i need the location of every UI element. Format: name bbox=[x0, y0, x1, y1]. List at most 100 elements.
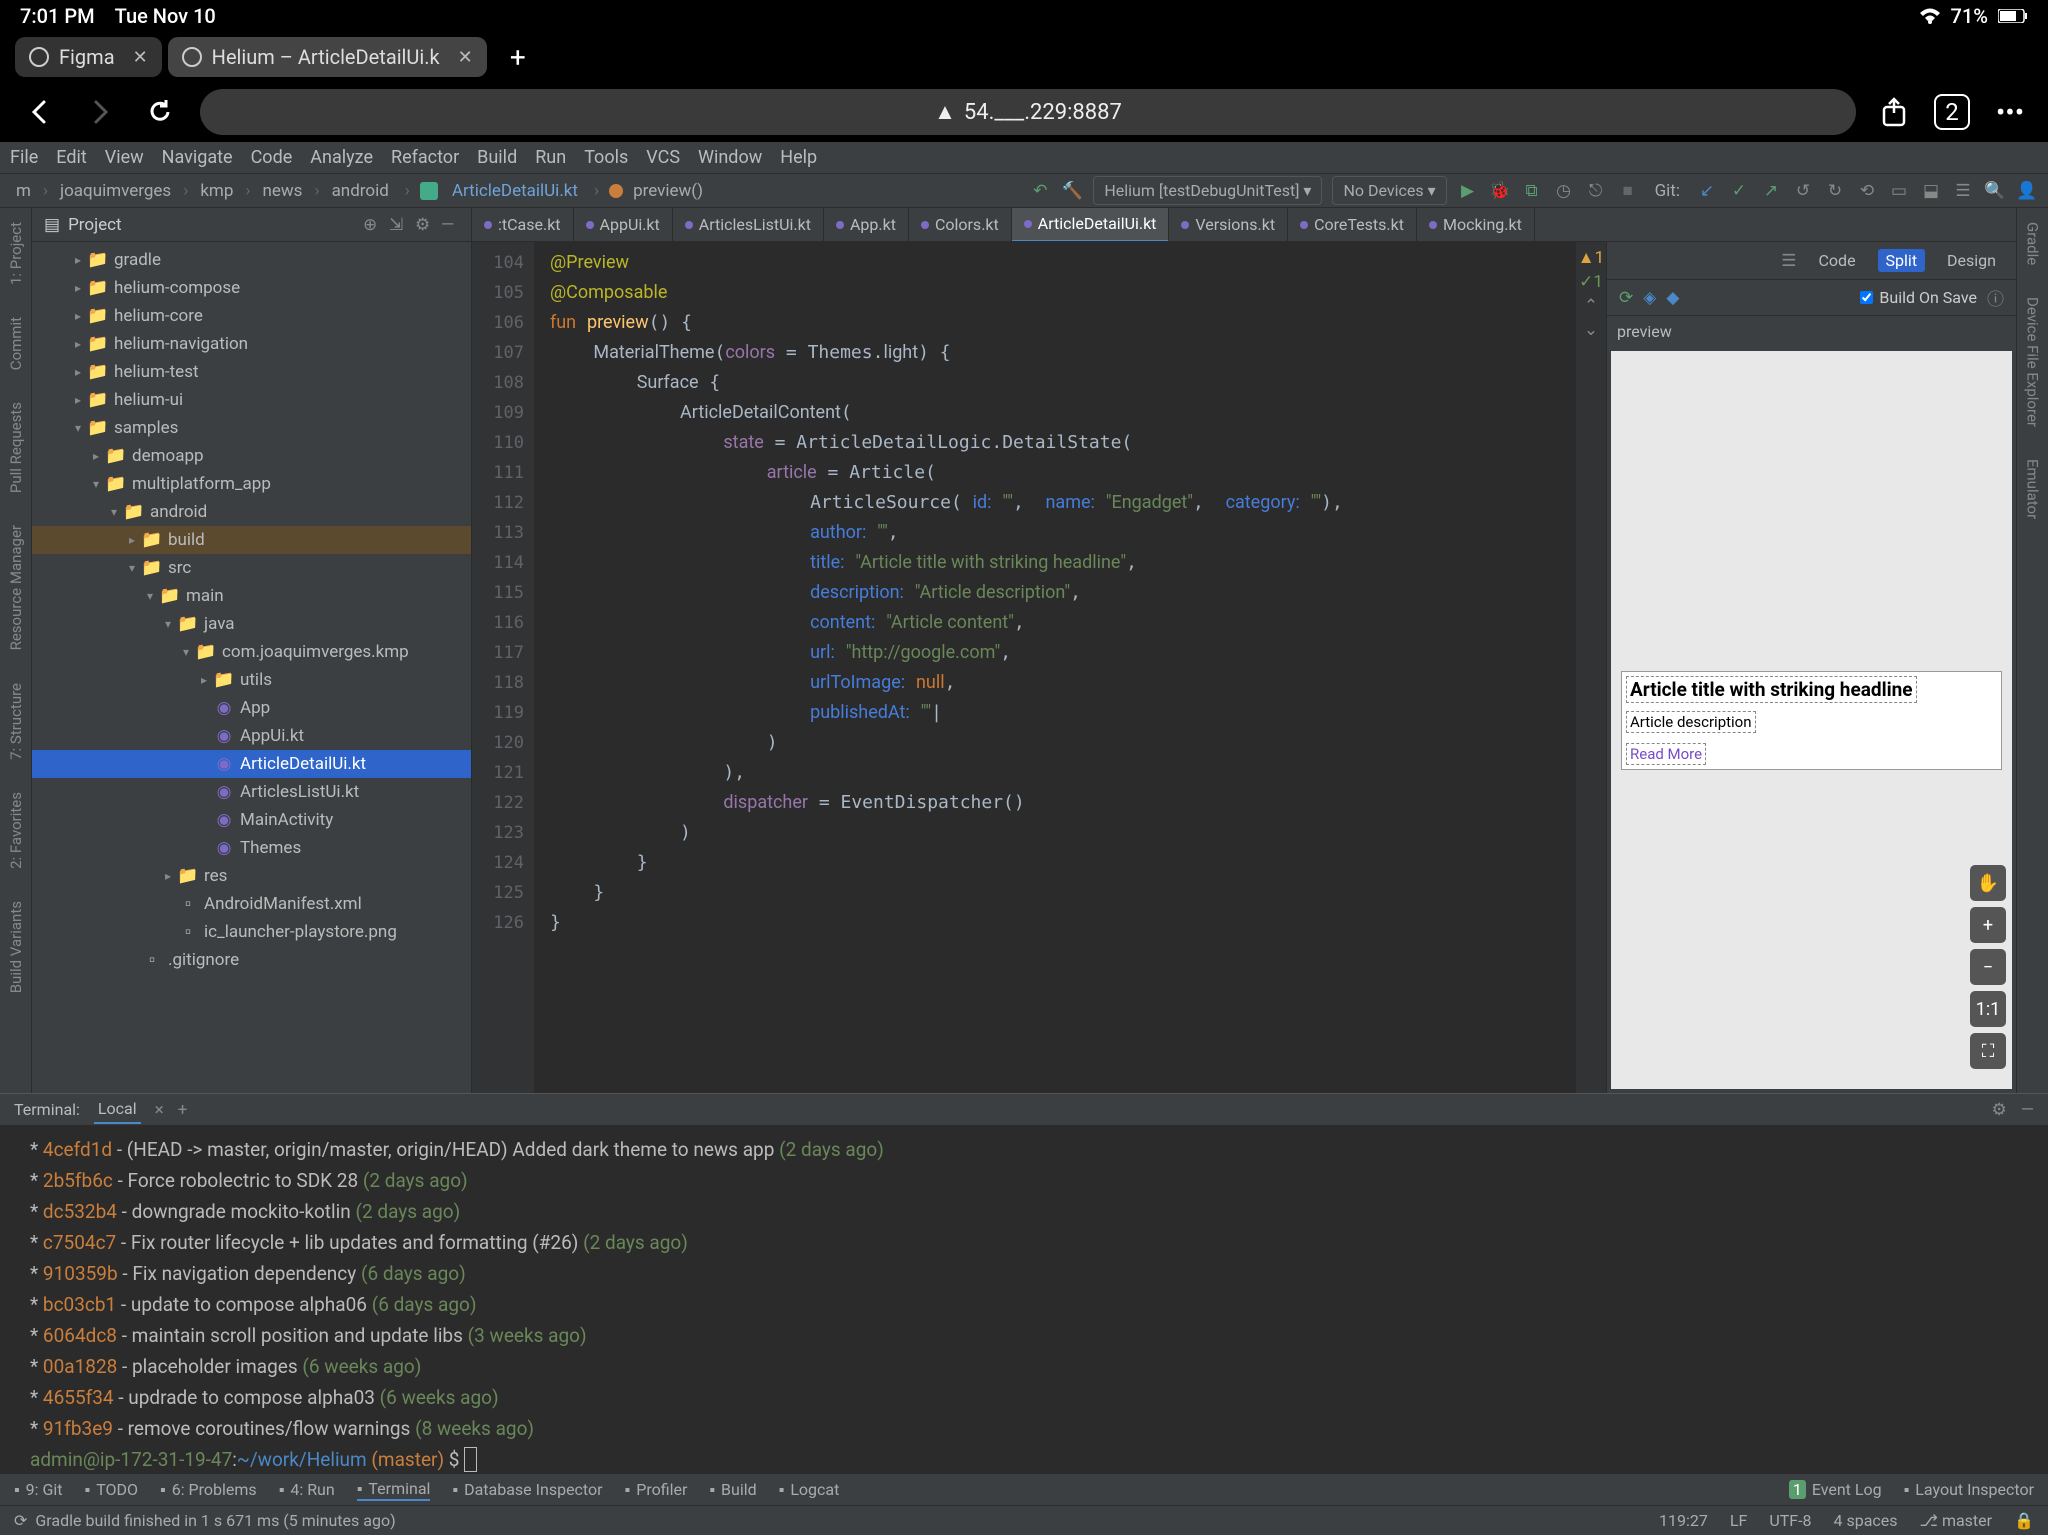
editor-tab[interactable]: Mocking.kt bbox=[1417, 208, 1535, 242]
editor-tab[interactable]: Versions.kt bbox=[1169, 208, 1288, 242]
git-commit-icon[interactable]: ✓ bbox=[1728, 180, 1750, 202]
tree-item[interactable]: ▸📁helium-ui bbox=[32, 386, 471, 414]
lock-icon[interactable]: 🔒 bbox=[2014, 1511, 2034, 1530]
tree-item[interactable]: ▸📁gradle bbox=[32, 246, 471, 274]
avd-icon[interactable]: ▭ bbox=[1888, 180, 1910, 202]
editor-tab[interactable]: App.kt bbox=[824, 208, 909, 242]
gear-icon[interactable]: ⚙ bbox=[1991, 1100, 2006, 1120]
attach-icon[interactable]: ⎋ bbox=[1585, 180, 1607, 202]
tree-item[interactable]: ▫AndroidManifest.xml bbox=[32, 890, 471, 918]
sync-icon[interactable]: ⟳ bbox=[14, 1511, 27, 1530]
crumb[interactable]: m bbox=[10, 179, 37, 203]
terminal-output[interactable]: * 4cefd1d - (HEAD -> master, origin/mast… bbox=[0, 1126, 2048, 1473]
crumb-file[interactable]: ArticleDetailUi.kt bbox=[446, 179, 584, 203]
stop-icon[interactable]: ■ bbox=[1617, 180, 1639, 202]
menu-help[interactable]: Help bbox=[780, 147, 817, 168]
git-update-icon[interactable]: ↙ bbox=[1696, 180, 1718, 202]
menu-edit[interactable]: Edit bbox=[56, 147, 86, 168]
preview-read-more[interactable]: Read More bbox=[1626, 743, 1706, 765]
tree-item[interactable]: ◉ArticlesListUi.kt bbox=[32, 778, 471, 806]
tree-item[interactable]: ▾📁multiplatform_app bbox=[32, 470, 471, 498]
tool-emulator[interactable]: Emulator bbox=[2024, 453, 2042, 525]
editor-tab[interactable]: ArticleDetailUi.kt bbox=[1012, 208, 1170, 242]
editor-tab[interactable]: Colors.kt bbox=[909, 208, 1012, 242]
preview-menu-icon[interactable]: ☰ bbox=[1781, 251, 1796, 271]
tool-7-structure[interactable]: 7: Structure bbox=[7, 677, 25, 766]
zoom-in-icon[interactable]: + bbox=[1970, 907, 2006, 943]
tree-item[interactable]: ▾📁android bbox=[32, 498, 471, 526]
bottom-6-problems[interactable]: ▪ 6: Problems bbox=[160, 1480, 257, 1500]
expand-icon[interactable]: ⇲ bbox=[389, 215, 407, 235]
git-push-icon[interactable]: ↗ bbox=[1760, 180, 1782, 202]
tree-item[interactable]: ▾📁main bbox=[32, 582, 471, 610]
device-select[interactable]: No Devices ▾ bbox=[1332, 176, 1446, 205]
pan-icon[interactable]: ✋ bbox=[1970, 865, 2006, 901]
editor-tab[interactable]: AppUi.kt bbox=[574, 208, 673, 242]
crumb[interactable]: news bbox=[257, 179, 309, 203]
menu-analyze[interactable]: Analyze bbox=[310, 147, 373, 168]
preview-canvas[interactable]: Article title with striking headline Art… bbox=[1611, 351, 2012, 1089]
tool-resource-manager[interactable]: Resource Manager bbox=[7, 519, 25, 656]
gear-icon[interactable]: ⚙ bbox=[415, 215, 433, 235]
menu-vcs[interactable]: VCS bbox=[646, 147, 680, 168]
tool-device-file-explorer[interactable]: Device File Explorer bbox=[2024, 291, 2042, 433]
bottom-9-git[interactable]: ▪ 9: Git bbox=[14, 1480, 63, 1500]
menu-run[interactable]: Run bbox=[535, 147, 566, 168]
browser-tab-helium[interactable]: Helium – ArticleDetailUi.k ✕ bbox=[168, 37, 487, 77]
cursor-position[interactable]: 119:27 bbox=[1659, 1511, 1708, 1530]
zoom-out-icon[interactable]: − bbox=[1970, 949, 2006, 985]
tree-item[interactable]: ▸📁helium-core bbox=[32, 302, 471, 330]
tool-gradle[interactable]: Gradle bbox=[2024, 216, 2042, 271]
view-mode-code[interactable]: Code bbox=[1811, 249, 1864, 272]
project-tree[interactable]: ▸📁gradle▸📁helium-compose▸📁helium-core▸📁h… bbox=[32, 242, 471, 1093]
tree-item[interactable]: ▫ic_launcher-playstore.png bbox=[32, 918, 471, 946]
menu-tools[interactable]: Tools bbox=[584, 147, 628, 168]
structure-icon[interactable]: ☰ bbox=[1952, 180, 1974, 202]
tree-item[interactable]: ▫.gitignore bbox=[32, 946, 471, 974]
menu-navigate[interactable]: Navigate bbox=[162, 147, 233, 168]
tree-item[interactable]: ▸📁helium-navigation bbox=[32, 330, 471, 358]
debug-icon[interactable]: 🐞 bbox=[1489, 180, 1511, 202]
editor-tab[interactable]: ArticlesListUi.kt bbox=[673, 208, 824, 242]
browser-tab-figma[interactable]: Figma ✕ bbox=[15, 37, 162, 77]
run-icon[interactable]: ▶ bbox=[1457, 180, 1479, 202]
layers2-icon[interactable]: ◆ bbox=[1666, 288, 1679, 308]
forward-button[interactable] bbox=[80, 92, 120, 132]
menu-window[interactable]: Window bbox=[698, 147, 762, 168]
nav-back-icon[interactable]: ↶ bbox=[1029, 180, 1051, 202]
code-content[interactable]: @Preview @Composable fun preview() { Mat… bbox=[534, 242, 1576, 1093]
new-tab-button[interactable]: + bbox=[501, 40, 535, 74]
indent-setting[interactable]: 4 spaces bbox=[1834, 1511, 1898, 1530]
menu-view[interactable]: View bbox=[105, 147, 144, 168]
editor-tab[interactable]: :tCase.kt bbox=[472, 208, 574, 242]
tree-item[interactable]: ◉App bbox=[32, 694, 471, 722]
tree-item[interactable]: ◉AppUi.kt bbox=[32, 722, 471, 750]
up-icon[interactable]: ⌃ bbox=[1584, 296, 1598, 316]
bottom-build[interactable]: ▪ Build bbox=[709, 1480, 756, 1500]
view-mode-design[interactable]: Design bbox=[1939, 249, 2004, 272]
terminal-tab-local[interactable]: Local bbox=[94, 1095, 141, 1124]
encoding[interactable]: UTF-8 bbox=[1769, 1511, 1811, 1530]
user-icon[interactable]: 👤 bbox=[2016, 180, 2038, 202]
share-button[interactable] bbox=[1876, 94, 1912, 130]
tree-item[interactable]: ▾📁samples bbox=[32, 414, 471, 442]
tree-item[interactable]: ▸📁build bbox=[32, 526, 471, 554]
menu-build[interactable]: Build bbox=[477, 147, 517, 168]
crumb[interactable]: kmp bbox=[194, 179, 239, 203]
tree-item[interactable]: ◉ArticleDetailUi.kt bbox=[32, 750, 471, 778]
tabs-button[interactable]: 2 bbox=[1934, 94, 1970, 130]
minimize-icon[interactable]: — bbox=[2021, 1100, 2034, 1120]
down-icon[interactable]: ⌄ bbox=[1584, 320, 1598, 340]
layers-icon[interactable]: ◈ bbox=[1643, 288, 1656, 308]
tree-item[interactable]: ▸📁utils bbox=[32, 666, 471, 694]
crumb-method[interactable]: preview() bbox=[627, 179, 709, 203]
run-config-select[interactable]: Helium [testDebugUnitTest] ▾ bbox=[1093, 176, 1322, 205]
hide-icon[interactable]: — bbox=[441, 215, 459, 235]
line-ending[interactable]: LF bbox=[1730, 1511, 1747, 1530]
back-button[interactable] bbox=[20, 92, 60, 132]
menu-file[interactable]: File bbox=[10, 147, 38, 168]
close-icon[interactable]: ✕ bbox=[133, 47, 148, 68]
sdk-icon[interactable]: ⬓ bbox=[1920, 180, 1942, 202]
info-icon[interactable]: ⓘ bbox=[1987, 285, 2004, 310]
tree-item[interactable]: ▾📁java bbox=[32, 610, 471, 638]
